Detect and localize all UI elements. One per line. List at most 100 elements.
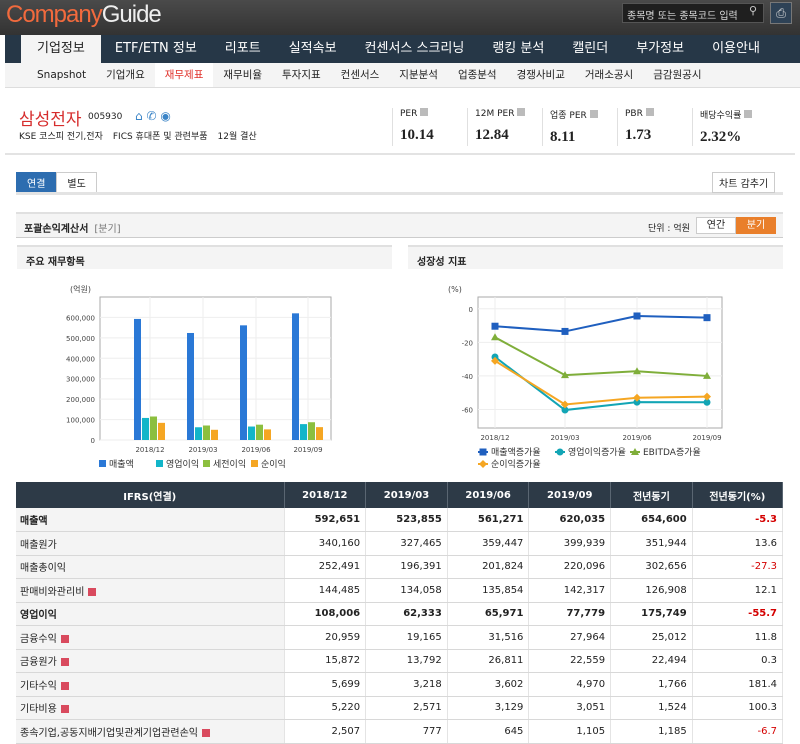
cell: 1,105 — [528, 719, 612, 744]
location-icon[interactable]: ◉ — [160, 109, 170, 123]
bar — [316, 427, 323, 440]
row-label: 기타수익 — [20, 680, 57, 692]
help-icon[interactable] — [645, 108, 654, 116]
cell: 1,766 — [610, 672, 693, 697]
metric-value: 8.11 — [550, 129, 576, 145]
cell: 2,571 — [365, 696, 448, 720]
search-icon[interactable]: ⚲ — [744, 4, 762, 22]
help-icon[interactable] — [744, 110, 753, 118]
fics: FICS 휴대폰 및 관련부품 — [112, 132, 208, 142]
cell: 252,491 — [284, 555, 367, 579]
expand-icon[interactable] — [60, 658, 69, 667]
subnav-item[interactable]: Snapshot — [27, 63, 96, 87]
bar — [264, 429, 271, 440]
y-tick-label: 600,000 — [66, 314, 95, 322]
cell: 77,779 — [528, 602, 612, 626]
nav-item[interactable]: 이용안내 — [698, 35, 774, 63]
sub-nav: Snapshot 기업개요 재무제표 재무비율 투자지표 컨센서스 지분분석 업종분석 경쟁사비… — [5, 63, 800, 88]
cell: 13,792 — [365, 649, 448, 673]
metric-value: 12.84 — [475, 127, 509, 143]
x-tick-label: 2018/12 — [135, 446, 164, 454]
cell: 19,165 — [365, 625, 448, 650]
nav-item[interactable]: ETF/ETN 정보 — [101, 35, 211, 63]
nav-item[interactable]: 컨센서스 스크리닝 — [351, 35, 479, 63]
nav-item[interactable]: 실적속보 — [275, 35, 351, 63]
data-point — [479, 448, 487, 456]
help-icon[interactable] — [420, 108, 429, 116]
hide-chart-checkbox[interactable]: 차트 감추기 — [712, 172, 776, 193]
legend-label: 순이익 — [261, 458, 286, 470]
divider — [692, 108, 693, 146]
bar — [256, 424, 263, 440]
tab[interactable]: 별도 — [56, 172, 97, 192]
column-header: 전년동기(%) — [692, 482, 784, 508]
y-tick-label: -60 — [462, 407, 473, 415]
home-icon[interactable]: ⌂ — [135, 109, 143, 123]
x-tick-label: 2019/09 — [692, 434, 721, 442]
cell: 25,012 — [610, 625, 693, 650]
cell: 126,908 — [610, 578, 693, 603]
expand-icon[interactable] — [60, 705, 69, 714]
column-header: 2019/06 — [447, 482, 530, 508]
subnav-item[interactable]: 지분분석 — [389, 63, 448, 87]
nav-item[interactable]: 리포트 — [211, 35, 275, 63]
table-row: 매출액 592,651 523,855 561,271 620,035 654,600 -5… — [16, 508, 784, 532]
legend-swatch — [156, 460, 163, 467]
printer-icon[interactable]: ⎙ — [770, 2, 792, 24]
bar — [240, 325, 247, 440]
x-tick-label: 2018/12 — [480, 434, 509, 442]
row-label: 매출원가 — [20, 539, 57, 551]
table-row: 금융수익 20,959 19,165 31,516 27,964 25,012 11.8 — [16, 625, 784, 650]
logo[interactable]: CompanyGuide — [6, 1, 162, 29]
expand-icon[interactable] — [60, 634, 69, 643]
nav-item[interactable]: 기업정보 — [21, 35, 101, 63]
bar — [248, 426, 255, 440]
subnav-item[interactable]: 재무비율 — [213, 63, 272, 87]
metric-value: 1.73 — [625, 127, 652, 143]
subnav-item[interactable]: 기업개요 — [96, 63, 155, 87]
cell: 561,271 — [447, 508, 530, 532]
expand-icon[interactable] — [88, 587, 97, 596]
legend-label: 영업이익 — [166, 458, 199, 470]
metric: 배당수익률 2.32% — [700, 108, 753, 146]
cell: 181.4 — [692, 672, 784, 697]
table-row: 매출원가 340,160 327,465 359,447 399,939 351,944 1… — [16, 531, 784, 556]
cell: -55.7 — [692, 602, 784, 626]
subnav-item[interactable]: 투자지표 — [272, 63, 331, 87]
cell: 777 — [365, 719, 448, 744]
data-point — [633, 312, 641, 320]
annual-button[interactable]: 연간 — [696, 217, 736, 234]
row-label: 판매비와관리비 — [20, 586, 85, 598]
table-row: 매출총이익 252,491 196,391 201,824 220,096 302,656… — [16, 555, 784, 579]
unit-label: 단위 : 억원 — [648, 224, 690, 234]
tab[interactable]: 연결 — [16, 172, 57, 192]
subnav-item[interactable]: 재무제표 — [154, 63, 214, 87]
help-icon[interactable] — [589, 110, 598, 118]
bar — [187, 332, 194, 440]
cell: 144,485 — [284, 578, 367, 603]
cell: 359,447 — [447, 531, 530, 556]
subnav-item[interactable]: 거래소공시 — [575, 63, 643, 87]
nav-item[interactable]: 랭킹 분석 — [478, 35, 558, 63]
quarter-button[interactable]: 분기 — [736, 217, 776, 234]
cell: 351,944 — [610, 531, 693, 556]
cell: 2,507 — [284, 719, 367, 744]
expand-icon[interactable] — [60, 681, 69, 690]
cell: 31,516 — [447, 625, 530, 650]
expand-icon[interactable] — [201, 728, 210, 737]
phone-icon[interactable]: ✆ — [146, 109, 156, 123]
cell: 196,391 — [365, 555, 448, 579]
subnav-item[interactable]: 경쟁사비교 — [507, 63, 575, 87]
cell: 13.6 — [692, 531, 784, 556]
subnav-item[interactable]: 컨센서스 — [331, 63, 390, 87]
nav-item[interactable]: 부가정보 — [622, 35, 698, 63]
cell: 12.1 — [692, 578, 784, 603]
legend-label: 매출액 — [109, 458, 134, 470]
help-icon[interactable] — [517, 108, 526, 116]
cell: 645 — [447, 719, 530, 744]
metric-label: PBR — [625, 109, 643, 119]
subnav-item[interactable]: 업종분석 — [448, 63, 507, 87]
subnav-item[interactable]: 금감원공시 — [643, 63, 711, 87]
search-input[interactable]: 종목명 또는 종목코드 입력 — [622, 3, 764, 23]
nav-item[interactable]: 캘린더 — [558, 35, 622, 63]
